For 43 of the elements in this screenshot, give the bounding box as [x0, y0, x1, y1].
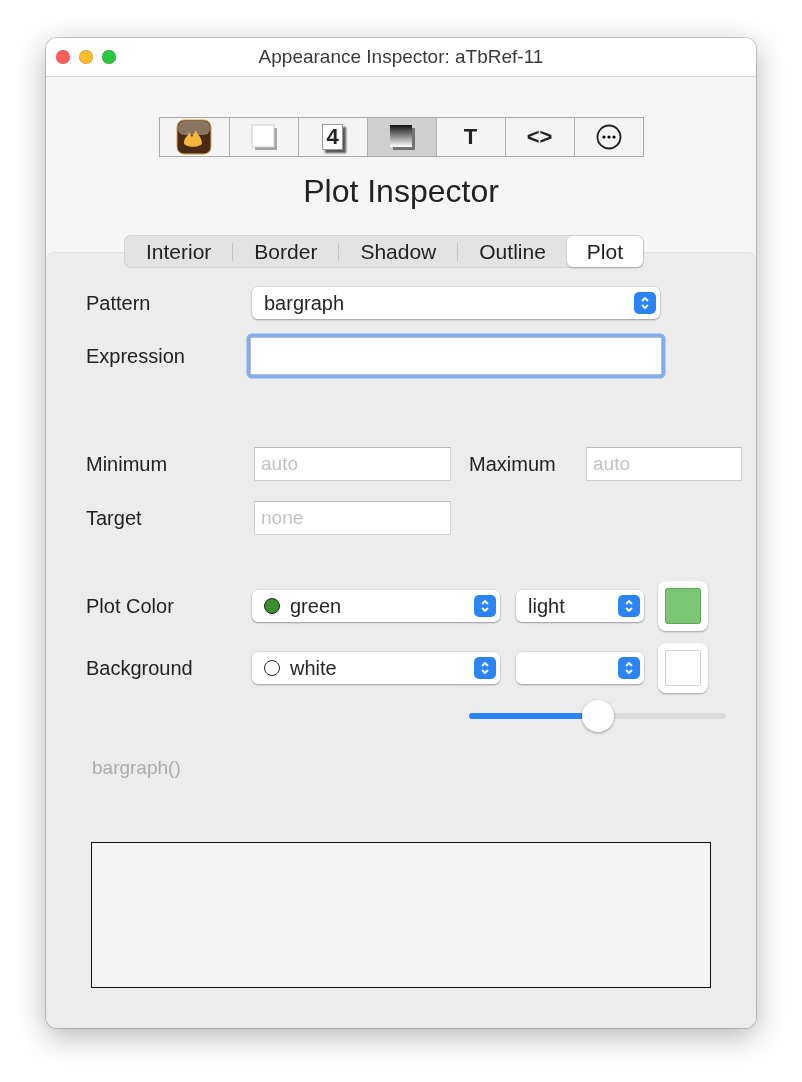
maximum-field[interactable]: auto	[586, 447, 742, 481]
tab[interactable]: Interior	[125, 236, 233, 267]
stepper-icon	[640, 296, 650, 310]
shade-popup[interactable]: light	[516, 590, 644, 622]
toolbar-button[interactable]	[366, 118, 436, 156]
tab[interactable]: Outline	[458, 236, 567, 267]
minimum-field[interactable]: auto	[254, 447, 451, 481]
glyph-text: T	[463, 124, 478, 150]
maximum-label: Maximum	[469, 452, 557, 476]
formula-text: bargraph()	[92, 757, 182, 779]
target-field[interactable]: none	[254, 501, 451, 535]
target-label: Target	[86, 506, 143, 530]
more-icon	[595, 124, 622, 150]
pattern-popup[interactable]: bargraph	[252, 287, 660, 319]
slider-thumb[interactable]	[581, 700, 614, 732]
shade-popup[interactable]	[516, 652, 644, 684]
window-title: Appearance Inspector: aTbRef-11	[258, 46, 544, 68]
tab[interactable]: Border	[233, 236, 339, 267]
color-well[interactable]	[658, 643, 708, 693]
stepper-icon	[624, 661, 634, 675]
color-popup[interactable]: white	[252, 652, 500, 684]
shadowed-square-icon	[248, 122, 279, 152]
color-popup[interactable]: green	[252, 590, 500, 622]
zoom-button[interactable]	[102, 50, 116, 64]
stepper-icon	[480, 661, 490, 675]
inspector-heading: Plot Inspector	[302, 173, 500, 210]
glyph-text: <>	[526, 124, 553, 150]
minimize-button[interactable]	[79, 50, 93, 64]
tab[interactable]: Shadow	[339, 236, 458, 267]
expression-field[interactable]	[250, 337, 662, 375]
close-button[interactable]	[56, 50, 70, 64]
digit-text: 4	[322, 124, 343, 150]
flame-app-icon	[176, 119, 212, 155]
tab[interactable]: Plot	[566, 236, 643, 267]
opacity-slider[interactable]	[469, 700, 726, 732]
expression-label: Expression	[86, 344, 186, 368]
stepper-icon	[624, 599, 634, 613]
stepper-icon	[480, 599, 490, 613]
background-label: Background	[86, 656, 194, 680]
pattern-label: Pattern	[86, 291, 152, 315]
plot-color-label: Plot Color	[86, 594, 175, 618]
color-well[interactable]	[658, 581, 708, 631]
minimum-label: Minimum	[86, 452, 169, 476]
